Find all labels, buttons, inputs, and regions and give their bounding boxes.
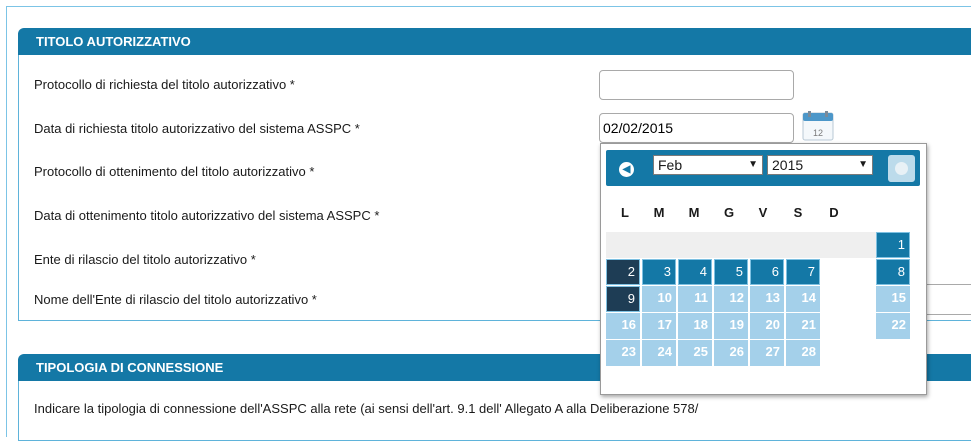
label-data-ottenimento: Data di ottenimento titolo autorizzativo…	[34, 208, 380, 223]
chevron-down-icon: ▼	[748, 159, 758, 170]
calendar-day-future: 13	[750, 286, 784, 312]
year-select-value: 2015	[772, 157, 804, 173]
calendar-day-selected[interactable]: 2	[606, 259, 640, 285]
calendar-day[interactable]: 3	[642, 259, 676, 285]
weekday-label: V	[758, 205, 768, 220]
calendar-day-future: 18	[678, 313, 712, 339]
weekday-label: D	[829, 205, 839, 220]
label-data-richiesta: Data di richiesta titolo autorizzativo d…	[34, 121, 360, 136]
calendar-icon[interactable]: 12	[801, 110, 835, 142]
calendar-day-future: 17	[642, 313, 676, 339]
calendar-day-future: 28	[786, 340, 820, 366]
calendar-day[interactable]: 5	[714, 259, 748, 285]
calendar-day[interactable]: 1	[876, 232, 910, 258]
calendar-day-future: 27	[750, 340, 784, 366]
calendar-day-future: 20	[750, 313, 784, 339]
calendar-day-future: 10	[642, 286, 676, 312]
calendar-day-future: 12	[714, 286, 748, 312]
label-ente-rilascio: Ente di rilascio del titolo autorizzativ…	[34, 252, 256, 267]
month-select[interactable]: Feb ▼	[653, 155, 763, 175]
calendar-icon-number: 12	[813, 128, 823, 138]
weekday-label: L	[621, 205, 629, 220]
calendar-empty-cell	[606, 232, 876, 258]
calendar-empty-cell	[876, 340, 910, 366]
calendar-day-future: 14	[786, 286, 820, 312]
weekday-label: M	[688, 205, 700, 220]
section-header-titolo-autorizzativo: TITOLO AUTORIZZATIVO	[18, 28, 971, 55]
calendar-day-future: 11	[678, 286, 712, 312]
calendar-day-future: 21	[786, 313, 820, 339]
calendar-day[interactable]: 6	[750, 259, 784, 285]
datepicker-popup: ◀ Feb ▼ 2015 ▼ L M M G V S D 1 2 3 4 5 6…	[600, 143, 927, 395]
label-protocollo-richiesta: Protocollo di richiesta del titolo autor…	[34, 77, 295, 92]
month-select-value: Feb	[658, 157, 683, 173]
nome-ente-input-edge[interactable]	[924, 314, 971, 315]
calendar-day-future: 26	[714, 340, 748, 366]
chevron-down-icon: ▼	[858, 159, 868, 170]
calendar-day[interactable]: 7	[786, 259, 820, 285]
calendar-day-future: 16	[606, 313, 640, 339]
label-protocollo-ottenimento: Protocollo di ottenimento del titolo aut…	[34, 164, 315, 179]
chevron-right-icon[interactable]	[888, 155, 915, 182]
ente-rilascio-select-edge[interactable]	[924, 284, 971, 285]
calendar-day[interactable]: 4	[678, 259, 712, 285]
chevron-left-icon[interactable]: ◀	[619, 162, 634, 177]
tipologia-description: Indicare la tipologia di connessione del…	[34, 401, 699, 416]
calendar-day-future: 24	[642, 340, 676, 366]
label-nome-ente-rilascio: Nome dell'Ente di rilascio del titolo au…	[34, 292, 317, 307]
weekday-label: G	[723, 205, 735, 220]
section-title: TITOLO AUTORIZZATIVO	[36, 34, 191, 49]
protocollo-richiesta-input[interactable]	[599, 70, 794, 100]
datepicker-header: ◀ Feb ▼ 2015 ▼	[606, 150, 920, 186]
calendar-day-today[interactable]: 9	[606, 286, 640, 312]
section-title: TIPOLOGIA DI CONNESSIONE	[36, 360, 224, 375]
weekday-label: M	[653, 205, 665, 220]
calendar-day-future: 23	[606, 340, 640, 366]
calendar-day-future: 22	[876, 313, 910, 339]
calendar-day-future: 25	[678, 340, 712, 366]
calendar-day-future: 19	[714, 313, 748, 339]
calendar-day-future: 15	[876, 286, 910, 312]
weekday-label: S	[793, 205, 803, 220]
data-richiesta-input[interactable]	[599, 113, 794, 143]
year-select[interactable]: 2015 ▼	[767, 155, 873, 175]
calendar-day[interactable]: 8	[876, 259, 910, 285]
